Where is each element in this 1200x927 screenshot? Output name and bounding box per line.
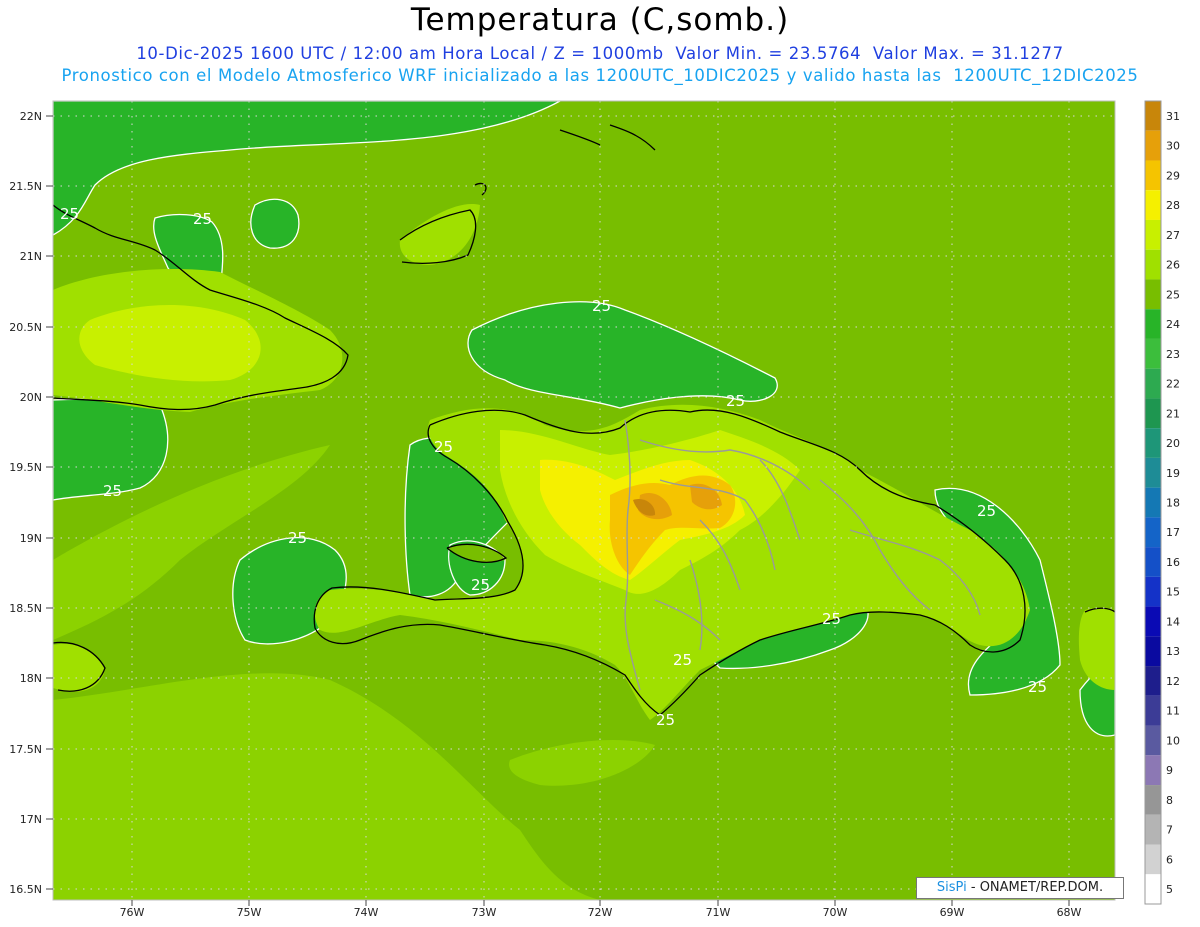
colorbar-label: 24 — [1166, 318, 1180, 331]
colorbar-swatch — [1145, 398, 1161, 429]
lat-label: 20N — [20, 391, 42, 404]
colorbar-swatch — [1145, 279, 1161, 310]
colorbar-swatch — [1145, 636, 1161, 667]
latitude-labels: 22N 21.5N 21N 20.5N 20N 19.5N 19N 18.5N … — [9, 110, 42, 896]
lon-label: 71W — [706, 906, 731, 919]
contour-label: 25 — [193, 210, 212, 228]
colorbar-label: 27 — [1166, 229, 1180, 242]
colorbar-swatch — [1145, 666, 1161, 696]
colorbar-swatch — [1145, 368, 1161, 399]
colorbar-label: 19 — [1166, 467, 1180, 480]
lat-label: 16.5N — [9, 883, 42, 896]
colorbar-label: 8 — [1166, 794, 1173, 807]
credit-box: SisPi - ONAMET/REP.DOM. — [916, 877, 1124, 899]
lat-label: 21N — [20, 250, 42, 263]
colorbar-label: 18 — [1166, 497, 1180, 510]
lat-label: 22N — [20, 110, 42, 123]
colorbar-swatch — [1145, 338, 1161, 369]
sispi-logo: SisPi — [936, 880, 967, 895]
colorbar-label: 7 — [1166, 824, 1173, 837]
colorbar-swatch — [1145, 457, 1161, 488]
lon-label: 76W — [120, 906, 145, 919]
colorbar-label: 26 — [1166, 259, 1180, 272]
contour-label: 25 — [977, 502, 996, 520]
colorbar-swatch — [1145, 755, 1161, 786]
colorbar-swatch — [1145, 309, 1161, 339]
longitude-labels: 76W 75W 74W 73W 72W 71W 70W 69W 68W — [120, 906, 1082, 919]
colorbar-label: 13 — [1166, 645, 1180, 658]
colorbar-label: 20 — [1166, 437, 1180, 450]
lon-label: 69W — [940, 906, 965, 919]
colorbar-label: 12 — [1166, 675, 1180, 688]
lat-label: 19N — [20, 532, 42, 545]
colorbar-label: 30 — [1166, 140, 1180, 153]
colorbar-label: 17 — [1166, 526, 1180, 539]
lat-label: 17N — [20, 813, 42, 826]
contour-label: 25 — [103, 482, 122, 500]
lon-label: 74W — [354, 906, 379, 919]
contour-label: 25 — [592, 297, 611, 315]
lat-label: 18N — [20, 672, 42, 685]
colorbar-label: 6 — [1166, 853, 1173, 866]
contour-label: 25 — [288, 529, 307, 547]
contour-label: 25 — [656, 711, 675, 729]
colorbar-label: 21 — [1166, 407, 1180, 420]
colorbar-label: 9 — [1166, 764, 1173, 777]
colorbar-swatch — [1145, 725, 1161, 756]
colorbar-swatch — [1145, 606, 1161, 637]
colorbar-label: 29 — [1166, 169, 1180, 182]
colorbar-swatch — [1145, 517, 1161, 548]
colorbar-swatch — [1145, 785, 1161, 815]
contour-label: 25 — [1028, 678, 1047, 696]
colorbar-swatch — [1145, 547, 1161, 577]
contour-label: 25 — [434, 438, 453, 456]
latitude-ticks — [46, 115, 53, 890]
colorbar-label: 28 — [1166, 199, 1180, 212]
colorbar-swatch — [1145, 101, 1161, 131]
colorbar-swatch — [1145, 249, 1161, 280]
colorbar-swatch — [1145, 428, 1161, 458]
colorbar: 31 30 29 28 27 26 25 24 23 22 21 20 19 18 17 16 15 14 13 12… — [1144, 100, 1180, 905]
colorbar-label: 22 — [1166, 378, 1180, 391]
colorbar-label: 14 — [1166, 615, 1180, 628]
colorbar-label: 31 — [1166, 110, 1180, 123]
colorbar-swatch — [1145, 695, 1161, 726]
colorbar-label: 15 — [1166, 586, 1180, 599]
contour-label: 25 — [673, 651, 692, 669]
lon-label: 72W — [588, 906, 613, 919]
colorbar-swatch — [1145, 874, 1161, 904]
lon-label: 75W — [237, 906, 262, 919]
lat-label: 17.5N — [9, 743, 42, 756]
colorbar-swatch — [1145, 844, 1161, 875]
colorbar-label: 11 — [1166, 705, 1180, 718]
colorbar-label: 25 — [1166, 288, 1180, 301]
colorbar-swatch — [1145, 190, 1161, 220]
colorbar-swatch — [1145, 576, 1161, 607]
contour-label: 25 — [822, 610, 841, 628]
longitude-ticks — [131, 900, 1070, 906]
map-field: 25 25 25 25 25 25 25 25 25 25 25 25 25 — [53, 101, 1115, 900]
lon-label: 73W — [472, 906, 497, 919]
lat-label: 18.5N — [9, 602, 42, 615]
contour-label: 25 — [471, 576, 490, 594]
lat-label: 21.5N — [9, 180, 42, 193]
lon-label: 70W — [823, 906, 848, 919]
colorbar-label: 16 — [1166, 556, 1180, 569]
lon-label: 68W — [1057, 906, 1082, 919]
colorbar-swatch — [1145, 219, 1161, 250]
colorbar-swatch — [1145, 130, 1161, 161]
colorbar-swatch — [1145, 160, 1161, 191]
lat-label: 19.5N — [9, 461, 42, 474]
colorbar-swatch — [1145, 814, 1161, 845]
colorbar-label: 10 — [1166, 734, 1180, 747]
lat-label: 20.5N — [9, 321, 42, 334]
contour-label: 25 — [60, 205, 79, 223]
colorbar-swatch — [1145, 487, 1161, 518]
colorbar-label: 23 — [1166, 348, 1180, 361]
temperature-map: 25 25 25 25 25 25 25 25 25 25 25 25 25 2… — [9, 100, 1180, 919]
credit-text: - ONAMET/REP.DOM. — [966, 880, 1104, 895]
colorbar-label: 5 — [1166, 883, 1173, 896]
contour-label: 25 — [726, 392, 745, 410]
